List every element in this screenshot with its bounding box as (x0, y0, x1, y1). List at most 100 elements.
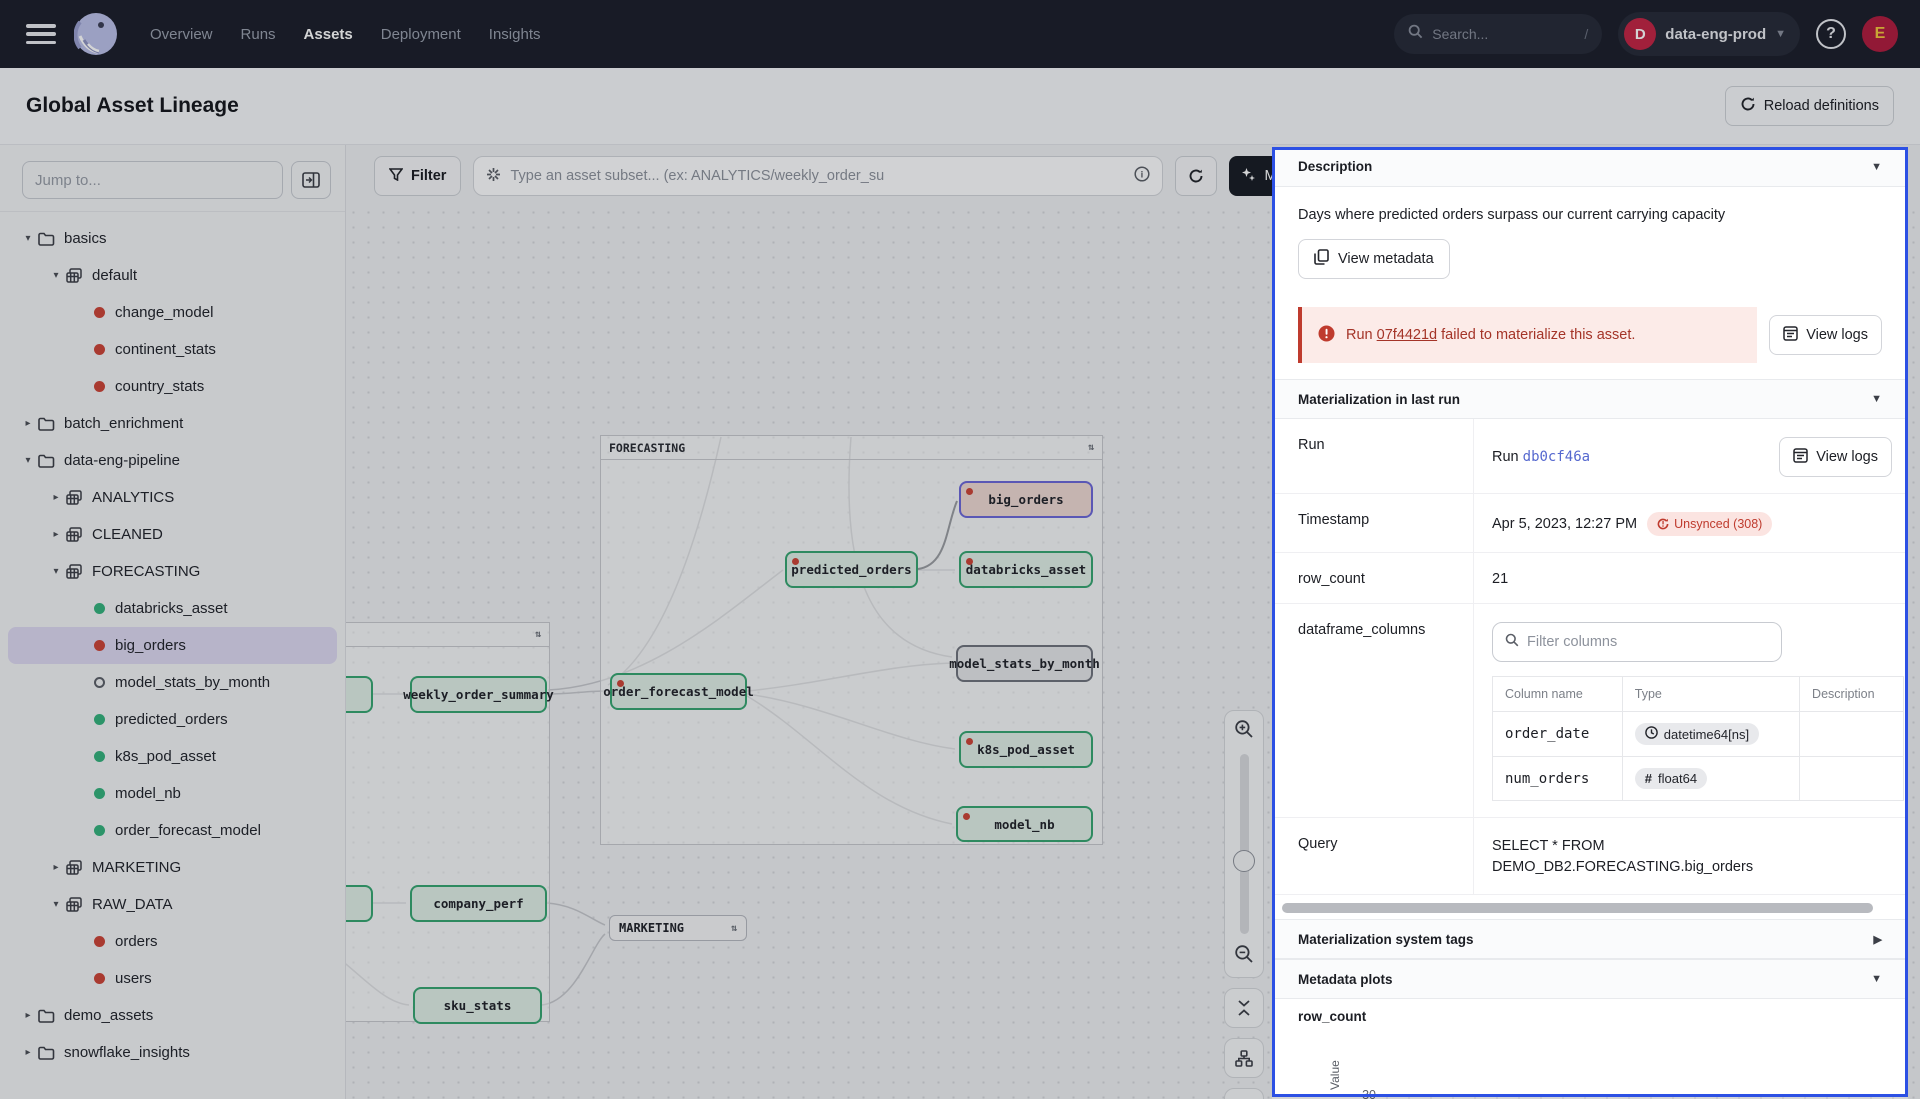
sidebar-item-basics[interactable]: ▾basics (8, 220, 337, 257)
section-description[interactable]: Description ▼ (1272, 147, 1908, 187)
zoom-out-icon[interactable] (1234, 944, 1254, 969)
caret-right-icon[interactable]: ▸ (46, 492, 66, 503)
search-input[interactable]: Search... / (1394, 14, 1602, 54)
dagster-logo-icon[interactable] (74, 12, 118, 56)
sidebar-item-data-eng-pipeline[interactable]: ▾data-eng-pipeline (8, 442, 337, 479)
sidebar-item-change_model[interactable]: change_model (8, 294, 337, 331)
filter-columns-input[interactable]: Filter columns (1492, 622, 1782, 662)
sidebar-item-continent_stats[interactable]: continent_stats (8, 331, 337, 368)
graph-node-weekly_order_summary[interactable]: weekly_order_summary (410, 676, 547, 713)
caret-right-icon[interactable]: ▸ (18, 1010, 38, 1021)
sidebar-item-RAW_DATA[interactable]: ▾RAW_DATA (8, 886, 337, 923)
sidebar-item-model_nb[interactable]: model_nb (8, 775, 337, 812)
collapse-all-button[interactable] (1224, 988, 1264, 1028)
caret-down-icon[interactable]: ▾ (46, 270, 66, 281)
collapsed-group-marketing[interactable]: MARKETING ⇅ (609, 915, 747, 941)
filter-button[interactable]: Filter (374, 156, 461, 196)
nav-link-assets[interactable]: Assets (304, 26, 353, 43)
top-nav: Overview Runs Assets Deployment Insights Sea… (0, 0, 1920, 68)
view-logs-button[interactable]: View logs (1769, 315, 1882, 355)
status-dot (94, 603, 105, 614)
nav-link-insights[interactable]: Insights (489, 26, 541, 43)
sidebar-item-orders[interactable]: orders (8, 923, 337, 960)
menu-icon[interactable] (26, 24, 56, 44)
zoom-slider[interactable] (1240, 754, 1249, 934)
zoom-in-icon[interactable] (1234, 719, 1254, 744)
error-icon (1318, 325, 1335, 346)
nav-link-deployment[interactable]: Deployment (381, 26, 461, 43)
sidebar-item-big_orders[interactable]: big_orders (8, 627, 337, 664)
graph-node-predicted_orders[interactable]: predicted_orders (785, 551, 918, 588)
graph-node-databricks_asset[interactable]: databricks_asset (959, 551, 1093, 588)
asset-detail-panel: Description ▼ Days where predicted order… (1272, 147, 1908, 1099)
sidebar-item-FORECASTING[interactable]: ▾FORECASTING (8, 553, 337, 590)
reload-definitions-button[interactable]: Reload definitions (1725, 86, 1894, 126)
sidebar-item-default[interactable]: ▾default (8, 257, 337, 294)
sidebar-item-model_stats_by_month[interactable]: model_stats_by_month (8, 664, 337, 701)
sidebar-item-users[interactable]: users (8, 960, 337, 997)
jump-to-input[interactable]: Jump to... (22, 161, 283, 199)
nav-link-overview[interactable]: Overview (150, 26, 213, 43)
asset-subset-input[interactable]: Type an asset subset... (ex: ANALYTICS/w… (473, 156, 1163, 196)
horizontal-scrollbar[interactable] (1282, 903, 1898, 913)
sidebar-item-country_stats[interactable]: country_stats (8, 368, 337, 405)
graph-node-big_orders[interactable]: big_orders (959, 481, 1093, 518)
sidebar-item-ANALYTICS[interactable]: ▸ANALYTICS (8, 479, 337, 516)
search-shortcut: / (1584, 26, 1588, 42)
zoom-slider-handle[interactable] (1233, 850, 1255, 872)
help-button[interactable]: ? (1816, 19, 1846, 49)
section-materialization[interactable]: Materialization in last run ▼ (1272, 379, 1908, 419)
folder-icon (38, 454, 64, 468)
caret-right-icon[interactable]: ▸ (46, 529, 66, 540)
status-dot (94, 714, 105, 725)
layout-graph-button[interactable] (1224, 1038, 1264, 1078)
failed-run-link[interactable]: 07f4421d (1377, 327, 1437, 343)
section-system-tags[interactable]: Materialization system tags ▶ (1272, 919, 1908, 959)
sidebar-item-CLEANED[interactable]: ▸CLEANED (8, 516, 337, 553)
page-header: Global Asset Lineage Reload definitions (0, 68, 1920, 145)
caret-right-icon[interactable]: ▸ (18, 1047, 38, 1058)
asset-group-icon (66, 268, 92, 283)
refresh-graph-button[interactable] (1175, 156, 1217, 196)
expand-group-icon[interactable]: ⇅ (535, 629, 541, 640)
section-metadata-plots[interactable]: Metadata plots ▼ (1272, 959, 1908, 999)
sidebar-item-snowflake_insights[interactable]: ▸snowflake_insights (8, 1034, 337, 1071)
deployment-name: data-eng-prod (1665, 26, 1766, 43)
sidebar-item-predicted_orders[interactable]: predicted_orders (8, 701, 337, 738)
chevron-down-icon: ▼ (1775, 28, 1786, 40)
view-logs-button[interactable]: View logs (1779, 437, 1892, 477)
nav-link-runs[interactable]: Runs (241, 26, 276, 43)
graph-node-company_perf[interactable]: company_perf (410, 885, 547, 922)
sidebar-item-MARKETING[interactable]: ▸MARKETING (8, 849, 337, 886)
caret-down-icon[interactable]: ▾ (46, 899, 66, 910)
sidebar-item-order_forecast_model[interactable]: order_forecast_model (8, 812, 337, 849)
graph-node-stub[interactable] (346, 676, 373, 713)
graph-node-model_stats_by_month[interactable]: model_stats_by_month (956, 645, 1093, 682)
caret-right-icon[interactable]: ▸ (18, 418, 38, 429)
graph-node-model_nb[interactable]: model_nb (956, 806, 1093, 842)
table-row: num_orders#float64 (1493, 757, 1904, 801)
collapse-sidebar-button[interactable] (291, 161, 331, 199)
user-avatar[interactable]: E (1862, 16, 1898, 52)
caret-down-icon[interactable]: ▾ (46, 566, 66, 577)
graph-node-sku_stats[interactable]: sku_stats (413, 987, 542, 1024)
run-id-link[interactable]: db0cf46a (1523, 449, 1590, 465)
chevron-right-icon: ▶ (1874, 933, 1882, 946)
sidebar-item-batch_enrichment[interactable]: ▸batch_enrichment (8, 405, 337, 442)
sidebar-item-k8s_pod_asset[interactable]: k8s_pod_asset (8, 738, 337, 775)
logs-icon (1793, 448, 1808, 467)
row-count-row: row_count 21 (1272, 553, 1908, 604)
sidebar-item-databricks_asset[interactable]: databricks_asset (8, 590, 337, 627)
view-metadata-button[interactable]: View metadata (1298, 239, 1450, 279)
caret-down-icon[interactable]: ▾ (18, 233, 38, 244)
download-view-button[interactable] (1224, 1088, 1264, 1099)
deployment-switcher[interactable]: D data-eng-prod ▼ (1618, 12, 1800, 56)
graph-node-stub[interactable] (346, 885, 373, 922)
zoom-controls (1224, 710, 1264, 1099)
caret-right-icon[interactable]: ▸ (46, 862, 66, 873)
expand-group-icon[interactable]: ⇅ (1088, 442, 1094, 453)
caret-down-icon[interactable]: ▾ (18, 455, 38, 466)
graph-node-k8s_pod_asset[interactable]: k8s_pod_asset (959, 731, 1093, 768)
graph-node-order_forecast_model[interactable]: order_forecast_model (610, 673, 747, 710)
sidebar-item-demo_assets[interactable]: ▸demo_assets (8, 997, 337, 1034)
